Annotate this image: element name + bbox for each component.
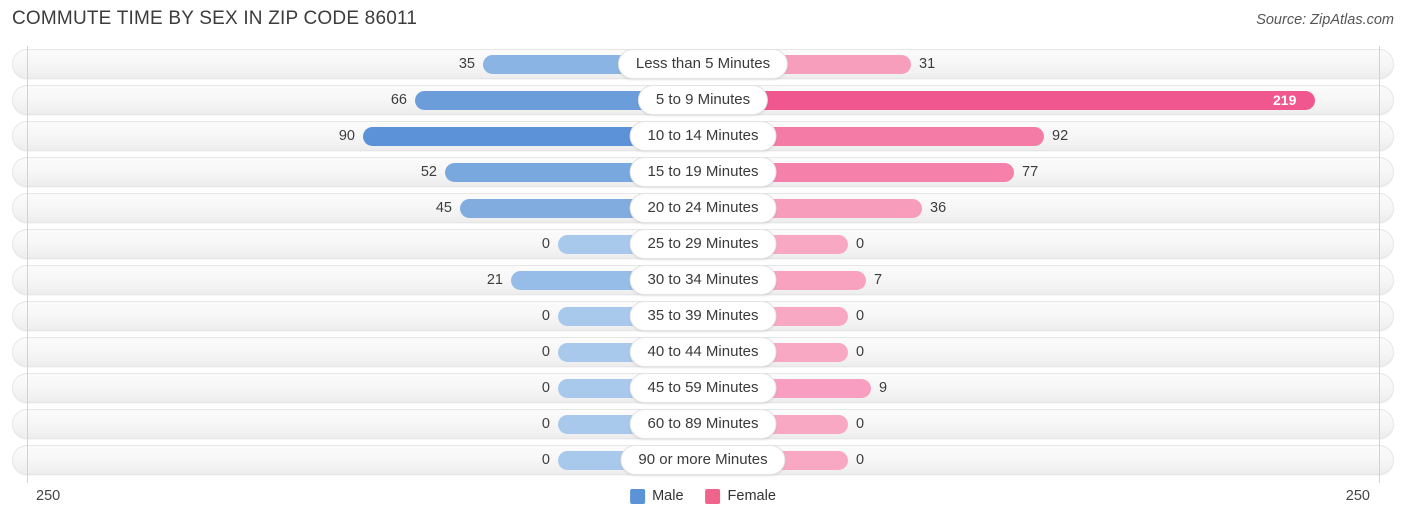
chart-rows: 35 31 Less than 5 Minutes 66 219 5 to 9 Minut… <box>0 46 1406 478</box>
page-title: COMMUTE TIME BY SEX IN ZIP CODE 86011 <box>12 8 418 29</box>
value-label-male: 90 <box>338 128 355 144</box>
value-label-male: 66 <box>390 92 407 108</box>
category-label: Less than 5 Minutes <box>617 49 789 79</box>
axis-line-right <box>1379 46 1380 483</box>
legend-swatch-icon <box>705 488 721 504</box>
chart-plot-area: 35 31 Less than 5 Minutes 66 219 5 to 9 Minut… <box>0 46 1406 483</box>
value-label-male: 52 <box>420 164 437 180</box>
value-label-female: 0 <box>856 452 865 468</box>
value-label-female: 0 <box>856 344 865 360</box>
value-label-male: 35 <box>458 56 475 72</box>
category-label: 30 to 34 Minutes <box>629 265 777 295</box>
value-label-male: 0 <box>541 308 550 324</box>
value-label-male: 21 <box>486 272 503 288</box>
chart-row: 21 7 30 to 34 Minutes <box>0 262 1406 298</box>
legend-label: Female <box>727 488 776 504</box>
chart-row: 0 0 60 to 89 Minutes <box>0 406 1406 442</box>
category-label: 40 to 44 Minutes <box>629 337 777 367</box>
category-label: 25 to 29 Minutes <box>629 229 777 259</box>
value-label-male: 0 <box>541 452 550 468</box>
category-label: 45 to 59 Minutes <box>629 373 777 403</box>
value-label-female: 7 <box>874 272 883 288</box>
chart-row: 45 36 20 to 24 Minutes <box>0 190 1406 226</box>
legend-swatch-icon <box>630 488 646 504</box>
value-label-male: 0 <box>541 236 550 252</box>
chart-row: 66 219 5 to 9 Minutes <box>0 82 1406 118</box>
category-label: 10 to 14 Minutes <box>629 121 777 151</box>
category-label: 35 to 39 Minutes <box>629 301 777 331</box>
value-label-male: 0 <box>541 416 550 432</box>
category-label: 15 to 19 Minutes <box>629 157 777 187</box>
commute-time-by-sex-chart: COMMUTE TIME BY SEX IN ZIP CODE 86011 So… <box>0 0 1406 523</box>
source-attribution: Source: ZipAtlas.com <box>1256 12 1394 28</box>
value-label-female: 31 <box>919 56 936 72</box>
value-label-female: 0 <box>856 236 865 252</box>
chart-row: 0 0 90 or more Minutes <box>0 442 1406 478</box>
category-label: 5 to 9 Minutes <box>637 85 769 115</box>
chart-row: 0 9 45 to 59 Minutes <box>0 370 1406 406</box>
category-label: 60 to 89 Minutes <box>629 409 777 439</box>
value-label-female: 9 <box>879 380 888 396</box>
value-label-male: 0 <box>541 344 550 360</box>
bar-female <box>703 91 1315 110</box>
value-label-female: 0 <box>856 308 865 324</box>
chart-legend: Male Female <box>630 488 776 504</box>
chart-row: 0 0 25 to 29 Minutes <box>0 226 1406 262</box>
value-label-female: 36 <box>930 200 947 216</box>
value-label-male: 0 <box>541 380 550 396</box>
category-label: 20 to 24 Minutes <box>629 193 777 223</box>
value-label-male: 45 <box>435 200 452 216</box>
value-label-female: 77 <box>1022 164 1039 180</box>
chart-row: 52 77 15 to 19 Minutes <box>0 154 1406 190</box>
legend-item[interactable]: Male <box>630 488 684 504</box>
value-label-female: 219 <box>1273 92 1297 108</box>
chart-row: 90 92 10 to 14 Minutes <box>0 118 1406 154</box>
chart-row: 35 31 Less than 5 Minutes <box>0 46 1406 82</box>
legend-item[interactable]: Female <box>705 488 776 504</box>
category-label: 90 or more Minutes <box>620 445 786 475</box>
chart-header: COMMUTE TIME BY SEX IN ZIP CODE 86011 So… <box>0 0 1406 42</box>
axis-line-left <box>27 46 28 483</box>
chart-row: 0 0 35 to 39 Minutes <box>0 298 1406 334</box>
legend-label: Male <box>652 488 684 504</box>
value-label-female: 92 <box>1052 128 1069 144</box>
chart-footer: 250 250 Male Female <box>0 483 1406 523</box>
axis-tick-left: 250 <box>36 488 61 504</box>
value-label-female: 0 <box>856 416 865 432</box>
axis-tick-right: 250 <box>1345 488 1370 504</box>
chart-row: 0 0 40 to 44 Minutes <box>0 334 1406 370</box>
